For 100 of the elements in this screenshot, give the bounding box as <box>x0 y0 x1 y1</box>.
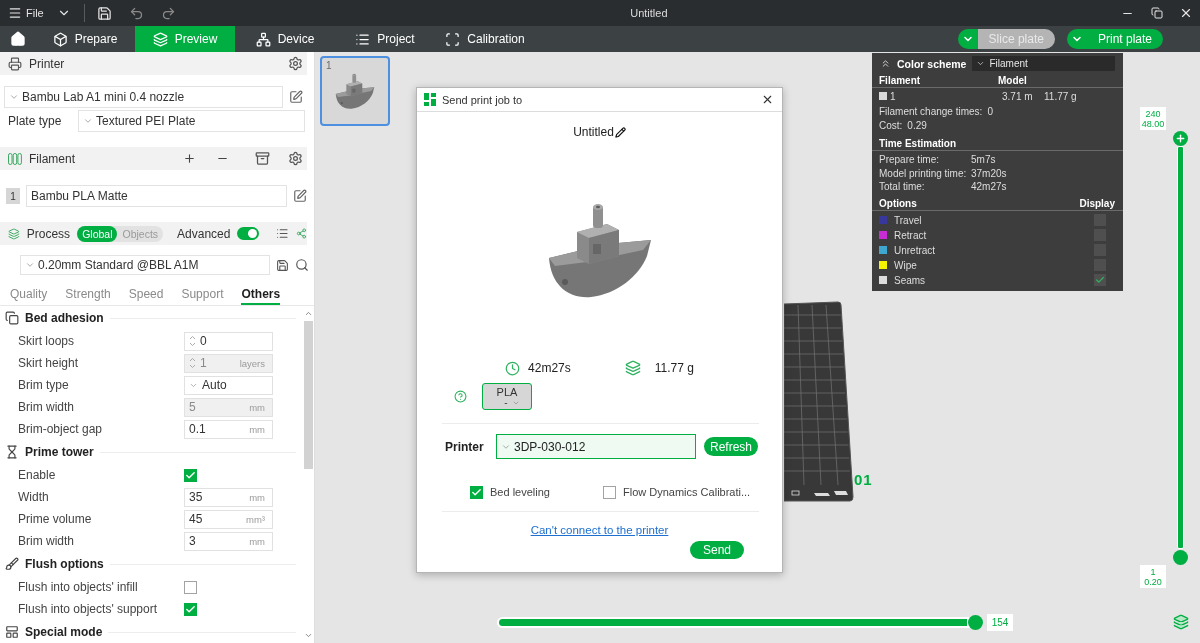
settings-tab[interactable]: Strength <box>65 284 111 305</box>
save-icon[interactable] <box>276 258 289 272</box>
printer-icon <box>8 56 22 71</box>
network-icon <box>255 31 271 47</box>
layer-number: 240 <box>1145 108 1161 119</box>
layers-icon[interactable] <box>1173 614 1189 630</box>
spools-icon <box>8 152 22 165</box>
add-icon[interactable] <box>183 152 196 165</box>
edit-icon[interactable] <box>289 90 303 104</box>
layer-slider-track[interactable] <box>1177 146 1184 549</box>
column-header: Display <box>1079 197 1115 209</box>
settings-tab[interactable]: Support <box>181 284 224 305</box>
chevron-down-icon <box>9 92 19 102</box>
edit-icon[interactable] <box>293 189 307 203</box>
spin-field[interactable]: 0 <box>184 331 273 351</box>
settings-tab[interactable]: Quality <box>10 284 48 305</box>
section-title: Time Estimation <box>879 138 957 149</box>
stat-label: Filament change times: <box>879 105 983 117</box>
spin-arrows-icon <box>189 357 196 369</box>
printer-dropdown[interactable]: 3DP-030-012 <box>496 434 696 459</box>
checkbox[interactable] <box>184 580 197 594</box>
number-field[interactable]: 0.1 mm <box>184 419 273 439</box>
settings-icon[interactable] <box>288 151 303 166</box>
chevron-up-icon[interactable] <box>303 309 313 318</box>
slider-handle[interactable] <box>1173 549 1188 565</box>
option-label: Travel <box>894 214 922 226</box>
nav-tab[interactable]: Project <box>335 26 435 52</box>
checkbox[interactable] <box>184 468 197 482</box>
scrollbar-thumb[interactable] <box>303 321 313 469</box>
option-label: Wipe <box>894 259 917 271</box>
file-menu-button[interactable]: File <box>0 0 48 26</box>
redo-icon[interactable] <box>161 5 177 21</box>
settings-tab[interactable]: Others <box>241 284 281 305</box>
material-slot: - <box>504 397 508 408</box>
process-preset-dropdown[interactable]: 0.20mm Standard @BBL A1M <box>20 255 270 275</box>
filament-length: 3.71 m <box>1002 90 1034 102</box>
setting-label: Flush into objects' infill <box>18 580 139 594</box>
pencil-icon[interactable] <box>614 126 626 138</box>
slider-handle[interactable] <box>1173 130 1188 146</box>
close-icon[interactable] <box>761 93 774 106</box>
layer-height-value: 0.20 <box>1144 576 1162 587</box>
archive-icon[interactable] <box>255 151 270 166</box>
plate-number: 01 <box>854 471 873 488</box>
settings-tab[interactable]: Speed <box>128 284 164 305</box>
plus-icon <box>1175 132 1186 144</box>
list-icon[interactable] <box>276 226 290 241</box>
slider-value: 154 <box>987 614 1013 631</box>
section-title: Process <box>26 226 71 241</box>
printer-preset-dropdown[interactable]: Bambu Lab A1 mini 0.4 nozzle <box>4 86 283 108</box>
dropdown-toggle[interactable] <box>1066 29 1087 49</box>
nav-tab[interactable]: Prepare <box>35 26 135 52</box>
search-icon[interactable] <box>295 258 309 272</box>
nav-tab[interactable]: Device <box>235 26 335 52</box>
plate-type-dropdown[interactable]: Textured PEI Plate <box>78 110 305 132</box>
column-header: Filament <box>879 75 922 86</box>
group-title: Bed adhesion <box>25 311 104 325</box>
settings-icon[interactable] <box>288 56 303 71</box>
number-field[interactable]: 3 mm <box>184 531 273 551</box>
checkbox[interactable] <box>470 485 483 499</box>
filament-weight: 11.77 g <box>1044 90 1077 102</box>
plate-thumbnail[interactable]: 1 <box>320 56 390 126</box>
help-icon[interactable] <box>454 390 467 403</box>
checkbox[interactable] <box>1094 274 1106 286</box>
checkbox[interactable] <box>184 602 197 616</box>
time-label: Total time: <box>879 181 926 193</box>
chevron-down-icon <box>976 59 986 68</box>
color-scheme-dropdown[interactable]: Filament <box>972 56 1115 71</box>
help-link[interactable]: Can't connect to the printer <box>530 524 669 536</box>
setting-label: Flush into objects' support <box>18 602 159 616</box>
dialog-title: Send print job to <box>442 93 523 106</box>
dropdown-field[interactable]: Auto <box>184 375 273 395</box>
number-field[interactable]: 35 mm <box>184 487 273 507</box>
toggle-switch[interactable] <box>237 227 260 240</box>
restore-icon[interactable] <box>1150 7 1163 19</box>
number-field[interactable]: 45 mm³ <box>184 509 273 529</box>
group-title: Flush options <box>25 557 104 571</box>
setting-label: Brim width <box>18 400 75 414</box>
collapse-icon[interactable] <box>880 58 891 69</box>
checkbox[interactable] <box>603 485 616 499</box>
nav-tab[interactable]: Calibration <box>435 26 535 52</box>
group-title: Special mode <box>25 625 103 639</box>
panel-icon <box>5 625 19 639</box>
column-header: Options <box>879 197 917 209</box>
stacked-squares-icon <box>5 311 19 325</box>
home-icon[interactable] <box>9 31 26 47</box>
option-label: Retract <box>894 229 927 241</box>
chevron-down-icon <box>83 116 93 126</box>
dropdown-toggle[interactable] <box>957 29 978 49</box>
time-value: 37m20s <box>971 167 1007 179</box>
material-dropdown[interactable]: PLA - <box>482 383 532 410</box>
spin-arrows-icon <box>189 335 196 347</box>
save-icon[interactable] <box>97 5 113 21</box>
undo-icon[interactable] <box>129 5 145 21</box>
window-title: Untitled <box>630 7 668 19</box>
check-icon <box>1095 275 1105 285</box>
time-value: 5m7s <box>971 154 996 166</box>
filament-preset-field[interactable]: Bambu PLA Matte <box>26 185 287 207</box>
nodes-icon[interactable] <box>296 227 307 240</box>
filament-slot-number[interactable]: 1 <box>6 188 20 204</box>
layer-number: 1 <box>1150 566 1156 577</box>
